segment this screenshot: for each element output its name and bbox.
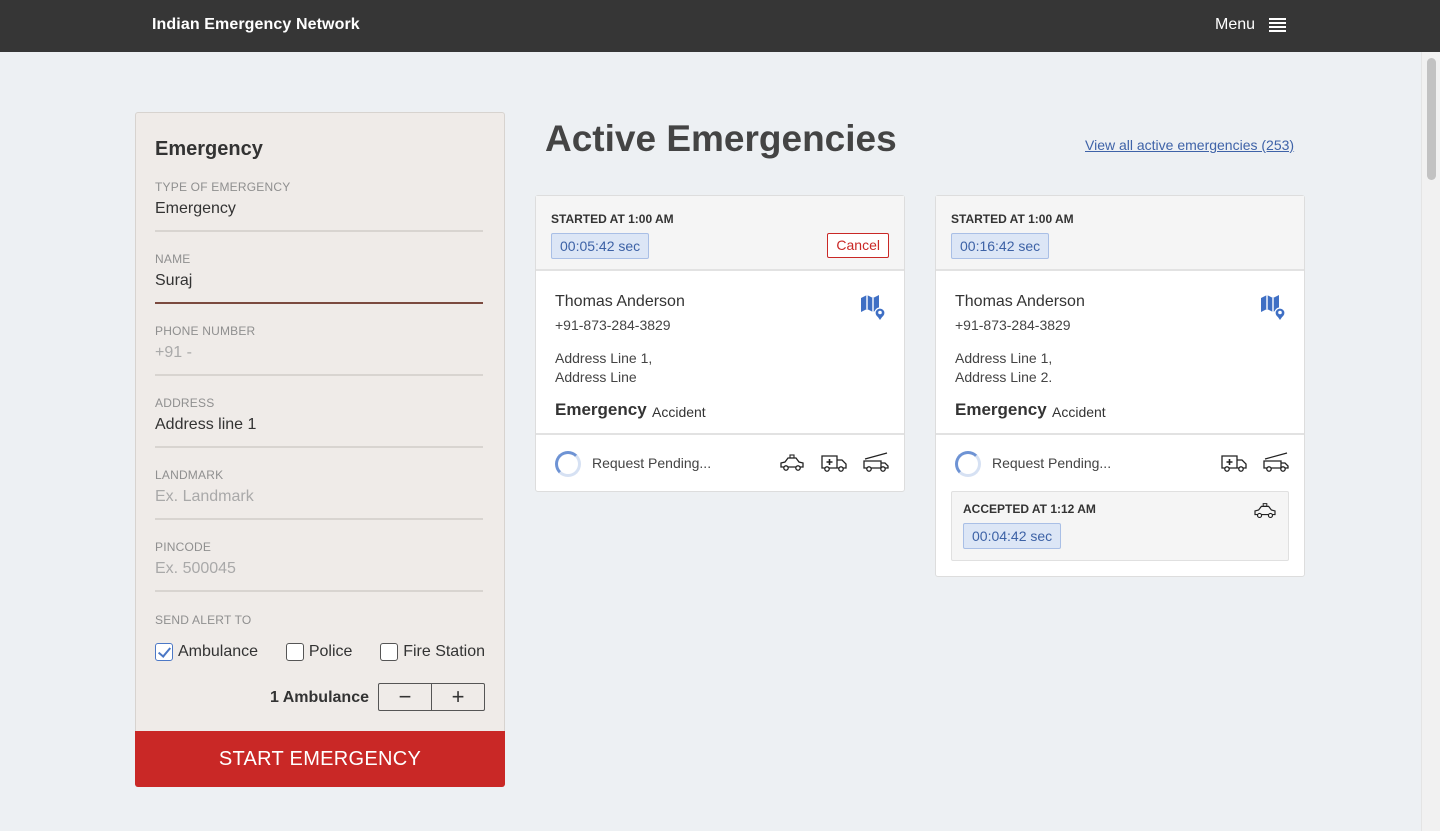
loading-spinner-icon xyxy=(955,451,981,477)
ambulance-checkbox[interactable]: Ambulance xyxy=(155,643,258,661)
checkbox-checked[interactable] xyxy=(155,643,173,661)
checkbox-label: Ambulance xyxy=(178,643,259,660)
emergency-form: Emergency TYPE OF EMERGENCY Emergency NA… xyxy=(135,112,505,787)
address-line-1: Address Line 1, xyxy=(955,350,1053,366)
brand-title[interactable]: Indian Emergency Network xyxy=(152,16,360,34)
address-line-2: Address Line xyxy=(555,369,637,385)
accepted-timer: 00:04:42 sec xyxy=(963,523,1062,549)
landmark-input[interactable]: Ex. Landmark xyxy=(155,488,483,520)
checkbox-unchecked[interactable] xyxy=(380,643,399,661)
quantity-stepper: − + xyxy=(378,683,485,711)
started-time: STARTED AT 1:00 AM xyxy=(551,212,674,226)
ambulance-icon xyxy=(1221,455,1247,472)
phone-field[interactable]: PHONE NUMBER +91 - xyxy=(155,324,483,376)
elapsed-timer: 00:05:42 sec xyxy=(551,233,650,259)
caller-name: Thomas Anderson xyxy=(955,293,1085,310)
pincode-field[interactable]: PINCODE Ex. 500045 xyxy=(155,540,483,592)
scrollbar[interactable] xyxy=(1421,52,1440,831)
map-pin-icon[interactable] xyxy=(1260,293,1286,321)
field-label: TYPE OF EMERGENCY xyxy=(155,180,291,194)
request-status: Request Pending... xyxy=(592,455,712,471)
hamburger-icon xyxy=(1269,18,1287,32)
name-input[interactable]: Suraj xyxy=(155,272,483,304)
ambulance-count: 1 Ambulance xyxy=(270,689,369,706)
card-body: Thomas Anderson +91-873-284-3829 Address… xyxy=(936,271,1304,435)
checkbox-label: Fire Station xyxy=(403,643,485,660)
loading-spinner-icon xyxy=(555,451,581,477)
accepted-time: ACCEPTED AT 1:12 AM xyxy=(963,502,1096,516)
scrollbar-thumb[interactable] xyxy=(1427,58,1436,180)
field-label: PINCODE xyxy=(155,540,212,554)
emergency-category: Accident xyxy=(1052,404,1106,420)
emergency-card: STARTED AT 1:00 AM 00:16:42 sec Thomas A… xyxy=(935,195,1305,577)
checkbox-label: Police xyxy=(308,643,353,660)
address-input[interactable]: Address line 1 xyxy=(155,416,483,448)
start-emergency-button[interactable]: START EMERGENCY xyxy=(135,731,505,787)
phone-input[interactable]: +91 - xyxy=(155,344,483,376)
cancel-button[interactable]: Cancel xyxy=(827,233,889,258)
police-car-icon xyxy=(1254,503,1276,519)
started-time: STARTED AT 1:00 AM xyxy=(951,212,1074,226)
ambulance-icon xyxy=(821,455,847,472)
fire-truck-icon xyxy=(1263,452,1289,472)
page-title: Active Emergencies xyxy=(545,118,897,159)
address-line-2: Address Line 2. xyxy=(955,369,1053,385)
increment-button[interactable]: + xyxy=(431,684,484,710)
checkbox-unchecked[interactable] xyxy=(285,643,304,661)
police-checkbox[interactable]: Police xyxy=(285,643,353,661)
name-field[interactable]: NAME Suraj xyxy=(155,252,483,304)
pincode-input[interactable]: Ex. 500045 xyxy=(155,560,483,592)
menu-button[interactable]: Menu xyxy=(1215,16,1287,34)
accepted-dispatch: ACCEPTED AT 1:12 AM 00:04:42 sec xyxy=(951,491,1289,561)
emergency-type: Emergency xyxy=(955,400,1047,419)
menu-label: Menu xyxy=(1215,16,1256,33)
emergency-type-field[interactable]: TYPE OF EMERGENCY Emergency xyxy=(155,180,483,232)
address-line-1: Address Line 1, xyxy=(555,350,653,366)
emergency-type: Emergency xyxy=(555,400,647,419)
emergency-card: STARTED AT 1:00 AM 00:05:42 sec Cancel T… xyxy=(535,195,905,492)
caller-name: Thomas Anderson xyxy=(555,293,685,310)
landmark-field[interactable]: LANDMARK Ex. Landmark xyxy=(155,468,483,520)
fire-truck-icon xyxy=(863,452,889,472)
vehicle-icons xyxy=(778,450,890,474)
caller-phone: +91-873-284-3829 xyxy=(955,317,1071,333)
field-label: NAME xyxy=(155,252,191,266)
field-label: ADDRESS xyxy=(155,396,215,410)
card-header: STARTED AT 1:00 AM 00:05:42 sec Cancel xyxy=(536,196,904,271)
vehicle-icons xyxy=(1220,450,1290,474)
elapsed-timer: 00:16:42 sec xyxy=(951,233,1050,259)
request-status: Request Pending... xyxy=(992,455,1112,471)
card-status: Request Pending... xyxy=(936,435,1304,491)
map-pin-icon[interactable] xyxy=(860,293,886,321)
top-navbar: Indian Emergency Network Menu xyxy=(0,0,1440,52)
decrement-button[interactable]: − xyxy=(379,684,431,710)
card-header: STARTED AT 1:00 AM 00:16:42 sec xyxy=(936,196,1304,271)
card-body: Thomas Anderson +91-873-284-3829 Address… xyxy=(536,271,904,435)
emergency-type-input[interactable]: Emergency xyxy=(155,200,483,232)
send-alert-label: SEND ALERT TO xyxy=(155,613,252,627)
fire-station-checkbox[interactable]: Fire Station xyxy=(380,643,485,661)
police-car-icon xyxy=(780,454,804,471)
view-all-link[interactable]: View all active emergencies (253) xyxy=(1085,137,1294,153)
emergency-category: Accident xyxy=(652,404,706,420)
address-field[interactable]: ADDRESS Address line 1 xyxy=(155,396,483,448)
form-title: Emergency xyxy=(155,138,263,160)
field-label: LANDMARK xyxy=(155,468,224,482)
caller-phone: +91-873-284-3829 xyxy=(555,317,671,333)
alert-checkbox-group: Ambulance Police Fire Station xyxy=(155,643,485,661)
field-label: PHONE NUMBER xyxy=(155,324,256,338)
card-status: Request Pending... xyxy=(536,435,904,491)
